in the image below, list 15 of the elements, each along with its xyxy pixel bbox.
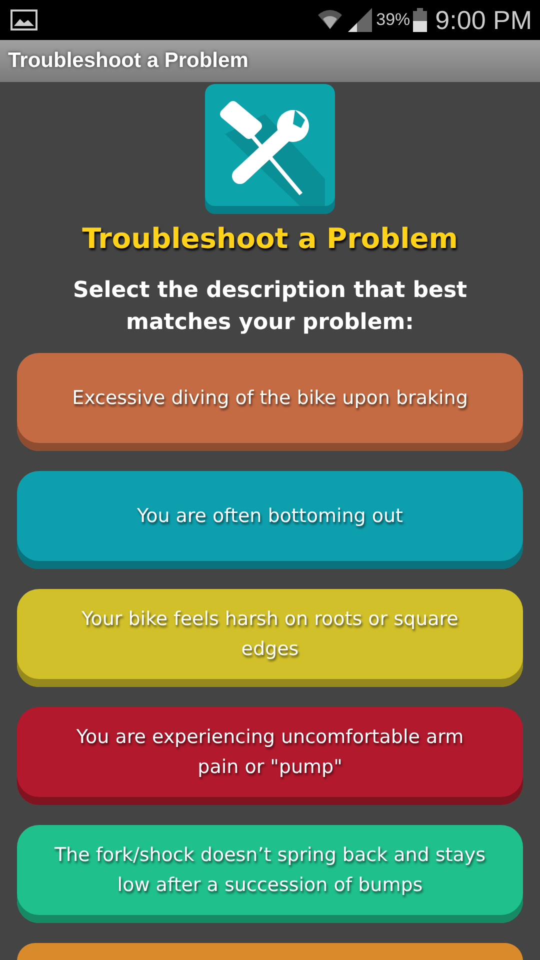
- problem-button[interactable]: You are often bottoming out: [17, 471, 523, 569]
- problem-button[interactable]: Your bike feels harsh on roots or square edges: [17, 589, 523, 687]
- instruction-text: Select the description that best matches your problem:: [72, 277, 468, 337]
- problem-button[interactable]: Excessive diving of the bike upon braking: [17, 353, 523, 451]
- battery-icon: [413, 8, 428, 32]
- gallery-icon: [10, 9, 38, 31]
- tools-icon: [205, 84, 335, 214]
- heading: Troubleshoot a Problem: [82, 222, 458, 255]
- clock: 9:00 PM: [435, 4, 532, 36]
- problem-button[interactable]: The fork/shock doesn’t spring back and stays low after a succession of bumps: [17, 825, 523, 923]
- signal-icon: [348, 8, 372, 32]
- window-title: Troubleshoot a Problem: [8, 49, 248, 73]
- battery-percentage: 39%: [376, 10, 410, 30]
- problem-button[interactable]: [17, 943, 523, 960]
- problem-button[interactable]: You are experiencing uncomfortable arm pain or "pump": [17, 707, 523, 805]
